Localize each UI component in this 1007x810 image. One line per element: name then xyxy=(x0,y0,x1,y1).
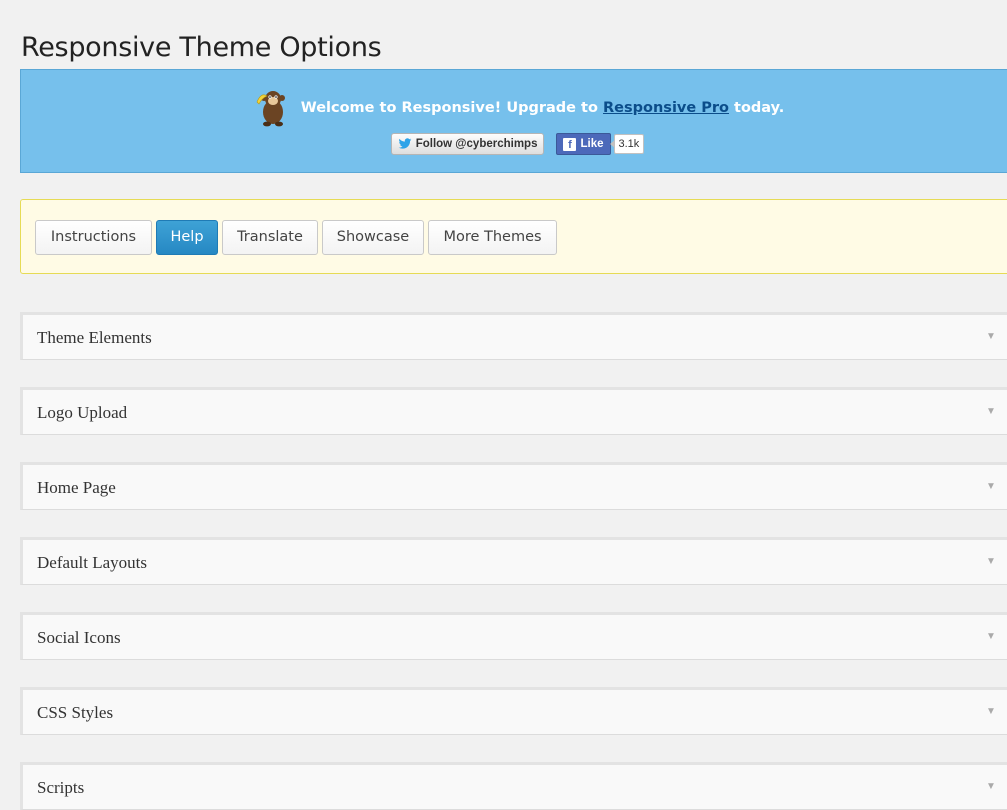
translate-button[interactable]: Translate xyxy=(222,220,318,255)
chevron-down-icon: ▼ xyxy=(986,481,996,492)
chevron-down-icon: ▼ xyxy=(986,781,996,792)
facebook-f-icon: f xyxy=(563,137,577,151)
section-social-icons[interactable]: Social Icons ▼ xyxy=(20,612,1007,660)
welcome-prefix: Welcome to Responsive! Upgrade to xyxy=(300,100,604,116)
facebook-like-label: Like xyxy=(580,138,604,150)
page-title: Responsive Theme Options xyxy=(21,32,382,64)
welcome-banner: Welcome to Responsive! Upgrade to Respon… xyxy=(20,69,1007,173)
section-home-page[interactable]: Home Page ▼ xyxy=(20,462,1007,510)
welcome-row: Welcome to Responsive! Upgrade to Respon… xyxy=(21,88,1007,128)
more-themes-button[interactable]: More Themes xyxy=(428,220,557,255)
chevron-down-icon: ▼ xyxy=(986,406,996,417)
twitter-follow-label: Follow @cyberchimps xyxy=(415,138,538,150)
section-default-layouts[interactable]: Default Layouts ▼ xyxy=(20,537,1007,585)
help-button[interactable]: Help xyxy=(156,220,218,255)
section-css-styles[interactable]: CSS Styles ▼ xyxy=(20,687,1007,735)
section-scripts[interactable]: Scripts ▼ xyxy=(20,762,1007,810)
twitter-follow-button[interactable]: Follow @cyberchimps xyxy=(390,133,545,155)
section-logo-upload[interactable]: Logo Upload ▼ xyxy=(20,387,1007,435)
monkey-mascot-icon xyxy=(256,91,285,127)
social-row: Follow @cyberchimps f Like 3.1k xyxy=(21,133,1007,155)
section-title: Social Icons xyxy=(37,628,121,647)
facebook-like-button[interactable]: f Like xyxy=(556,133,611,155)
welcome-text: Welcome to Responsive! Upgrade to Respon… xyxy=(301,100,785,116)
chevron-down-icon: ▼ xyxy=(986,331,996,342)
facebook-like-count: 3.1k xyxy=(609,134,645,154)
responsive-pro-link[interactable]: Responsive Pro xyxy=(603,100,729,116)
twitter-bird-icon xyxy=(398,138,412,149)
section-title: Logo Upload xyxy=(37,403,128,422)
showcase-button[interactable]: Showcase xyxy=(322,220,424,255)
section-title: Scripts xyxy=(37,778,85,797)
section-title: Home Page xyxy=(37,478,116,497)
section-title: Default Layouts xyxy=(37,553,147,572)
section-title: Theme Elements xyxy=(37,328,152,347)
facebook-like-widget: f Like 3.1k xyxy=(556,133,645,155)
section-theme-elements[interactable]: Theme Elements ▼ xyxy=(20,312,1007,360)
instructions-button[interactable]: Instructions xyxy=(35,220,152,255)
chevron-down-icon: ▼ xyxy=(986,556,996,567)
welcome-suffix: today. xyxy=(728,100,785,116)
chevron-down-icon: ▼ xyxy=(986,631,996,642)
chevron-down-icon: ▼ xyxy=(986,706,996,717)
help-toolbar: Instructions Help Translate Showcase Mor… xyxy=(20,199,1007,274)
section-title: CSS Styles xyxy=(37,703,114,722)
